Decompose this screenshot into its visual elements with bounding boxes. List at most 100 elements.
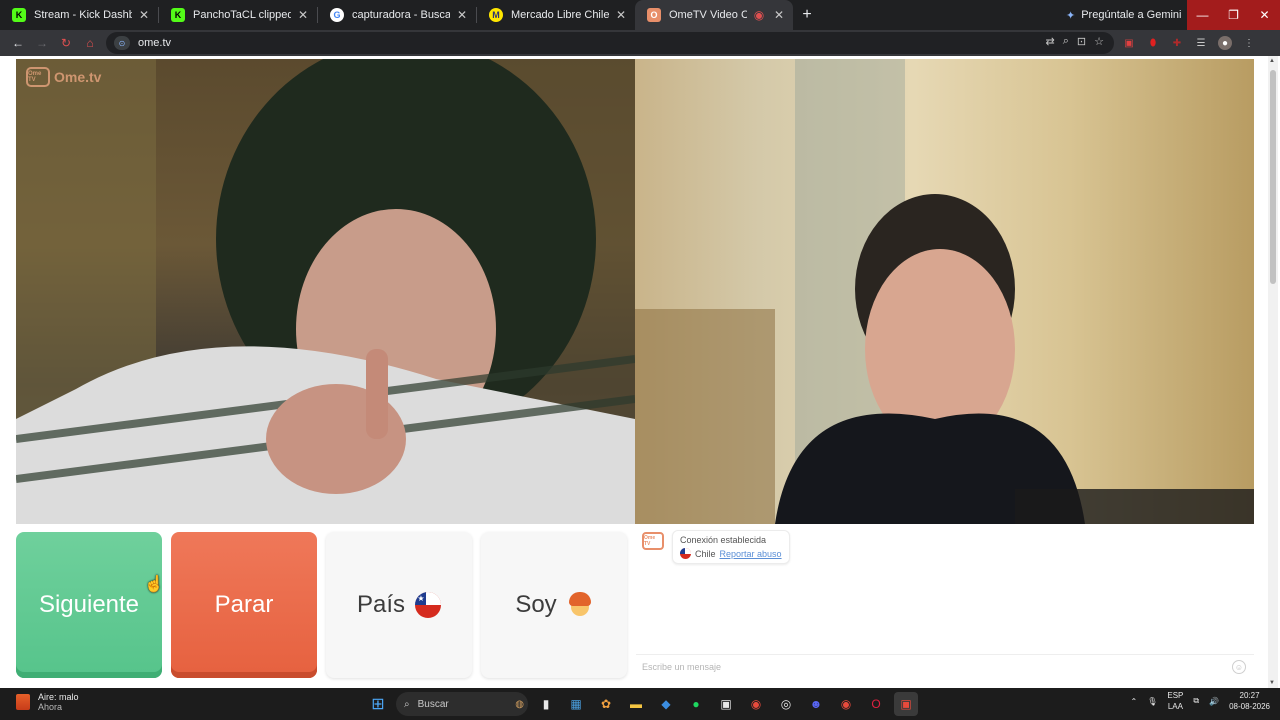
ometv-page: Ome TV Ome.tv Siguiente Parar País ★ Soy… (0, 56, 1280, 688)
next-button[interactable]: Siguiente (16, 532, 162, 678)
new-tab-button[interactable]: + (793, 6, 821, 24)
bookmark-star-icon[interactable]: ☆ (1094, 35, 1104, 48)
emoji-icon[interactable]: ☺ (1232, 660, 1246, 674)
page-scrollbar[interactable]: ▲ ▼ (1268, 56, 1278, 688)
chat-panel: Ome TV Conexión establecida Chile Report… (636, 526, 1254, 676)
kebab-menu-icon[interactable]: ⋮ (1242, 36, 1256, 50)
install-icon[interactable]: ⊡ (1077, 35, 1086, 48)
taskbar-apps: ⊞ ⌕ Buscar ◍ ▮ ▦ ✿ ▬ ◆ ● ▣ ◉ ◎ ☻ ◉ O ▣ (366, 692, 918, 716)
opera-icon[interactable]: O (864, 692, 888, 716)
lang-top: ESP (1167, 691, 1184, 700)
browser-tab-strip: K Stream - Kick Dashboard ✕ K PanchoTaCL… (0, 0, 1280, 30)
address-bar[interactable]: ⊙ ome.tv ⇄ ⌕ ⊡ ☆ (106, 32, 1114, 54)
close-icon[interactable]: ✕ (771, 8, 787, 22)
network-icon[interactable]: ⧉ (1193, 696, 1199, 706)
message-placeholder: Escribe un mensaje (642, 661, 722, 672)
air-quality-icon (16, 694, 30, 710)
chile-flag-icon (680, 548, 691, 559)
clock[interactable]: 20:27 08-08-2026 (1229, 690, 1270, 712)
self-video-frame (635, 59, 1254, 524)
copilot-icon[interactable]: ✿ (594, 692, 618, 716)
puzzle-extension-icon[interactable]: ✚ (1170, 36, 1184, 50)
kick-icon: K (12, 8, 26, 22)
file-explorer-icon[interactable]: ▬ (624, 692, 648, 716)
capture-app-icon[interactable]: ▣ (894, 692, 918, 716)
chile-flag-icon: ★ (415, 592, 442, 618)
weather-widget[interactable]: Aire: malo Ahora (16, 692, 79, 712)
boy-emoji-icon (567, 592, 593, 618)
restore-button[interactable]: ❐ (1218, 0, 1249, 30)
microsoft-store-icon[interactable]: ▦ (564, 692, 588, 716)
scroll-up-icon[interactable]: ▲ (1269, 58, 1275, 64)
close-icon[interactable]: ✕ (613, 8, 629, 22)
close-icon[interactable]: ✕ (295, 8, 311, 22)
stranger-country: Chile (695, 548, 716, 559)
tab-ometv[interactable]: O OmeTV Video Chat — Ome ◉ ✕ (635, 0, 793, 30)
extension-icon[interactable]: ▣ (1122, 36, 1136, 50)
ometv-logo-badge: Ome TV (26, 67, 50, 87)
scrollbar-thumb[interactable] (1270, 70, 1276, 284)
stranger-video: Ome TV Ome.tv (16, 59, 635, 524)
close-icon[interactable]: ✕ (454, 8, 470, 22)
chrome-profile-icon[interactable]: ◉ (834, 692, 858, 716)
tab-kick-dashboard[interactable]: K Stream - Kick Dashboard ✕ (0, 0, 158, 30)
mercadolibre-icon: M (489, 8, 503, 22)
obs-icon[interactable]: ◎ (774, 692, 798, 716)
url-text: ome.tv (138, 37, 172, 49)
message-input[interactable]: Escribe un mensaje ☺ (636, 654, 1254, 678)
recording-icon: ◉ (753, 8, 765, 22)
microphone-icon[interactable]: 🎙 (1147, 697, 1157, 706)
profile-avatar[interactable]: ● (1218, 36, 1232, 50)
discord-icon[interactable]: ☻ (804, 692, 828, 716)
site-info-icon[interactable]: ⊙ (114, 36, 130, 50)
lang-bottom: LAA (1167, 702, 1183, 711)
tab-label: capturadora - Buscar con Goog (352, 9, 450, 21)
country-button[interactable]: País ★ (326, 532, 472, 678)
gender-button[interactable]: Soy (481, 532, 627, 678)
window-close-button[interactable]: ✕ (1249, 0, 1280, 30)
tab-kick-clip[interactable]: K PanchoTaCL clipped by cjskejrh ✕ (159, 0, 317, 30)
zoom-icon[interactable]: ⌕ (1063, 35, 1069, 48)
stop-button[interactable]: Parar (171, 532, 317, 678)
tab-label: PanchoTaCL clipped by cjskejrh (193, 9, 291, 21)
gemini-button[interactable]: ✦ Pregúntale a Gemini (1066, 0, 1182, 30)
next-button-label: Siguiente (38, 591, 140, 618)
minimize-button[interactable]: — (1187, 0, 1218, 30)
close-icon[interactable]: ✕ (136, 8, 152, 22)
tab-mercadolibre[interactable]: M Mercado Libre Chile - Donde c ✕ (477, 0, 635, 30)
spotify-icon[interactable]: ● (684, 692, 708, 716)
system-tray: ⌃ 🎙 ESP LAA ⧉ 🔊 20:27 08-08-2026 (1131, 690, 1270, 712)
vscode-icon[interactable]: ◆ (654, 692, 678, 716)
epic-games-icon[interactable]: ▣ (714, 692, 738, 716)
ometv-icon: O (647, 8, 661, 22)
taskbar-search[interactable]: ⌕ Buscar ◍ (396, 692, 528, 716)
windows-start-icon[interactable]: ⊞ (366, 692, 390, 716)
task-view-icon[interactable]: ▮ (534, 692, 558, 716)
translate-icon[interactable]: ⇄ (1046, 35, 1055, 48)
kick-icon: K (171, 8, 185, 22)
tray-overflow-icon[interactable]: ⌃ (1131, 697, 1138, 706)
volume-icon[interactable]: 🔊 (1209, 697, 1219, 706)
chrome-icon[interactable]: ◉ (744, 692, 768, 716)
google-icon: G (330, 8, 344, 22)
reload-icon[interactable]: ↻ (54, 31, 78, 55)
language-indicator[interactable]: ESP LAA (1167, 690, 1183, 712)
weather-subtitle: Ahora (38, 702, 63, 712)
windows-taskbar: Aire: malo Ahora ⊞ ⌕ Buscar ◍ ▮ ▦ ✿ ▬ ◆ … (0, 688, 1280, 720)
browser-toolbar: ← → ↻ ⌂ ⊙ ome.tv ⇄ ⌕ ⊡ ☆ ▣ ⬮ ✚ ☰ ● ⋮ (0, 30, 1280, 56)
search-icon: ⌕ (404, 698, 410, 710)
menu-list-icon[interactable]: ☰ (1194, 36, 1208, 50)
system-message: Conexión establecida Chile Reportar abus… (672, 530, 790, 564)
forward-arrow-icon[interactable]: → (30, 31, 54, 55)
stop-button-label: Parar (214, 591, 274, 618)
report-abuse-link[interactable]: Reportar abuso (720, 549, 782, 559)
recording-extension-icon[interactable]: ⬮ (1146, 36, 1160, 50)
search-highlight-icon: ◍ (515, 698, 524, 710)
tab-google-search[interactable]: G capturadora - Buscar con Goog ✕ (318, 0, 476, 30)
home-icon[interactable]: ⌂ (78, 31, 102, 55)
back-arrow-icon[interactable]: ← (6, 31, 30, 55)
tab-label: Mercado Libre Chile - Donde c (511, 9, 609, 21)
scroll-down-icon[interactable]: ▼ (1269, 680, 1275, 686)
window-controls: — ❐ ✕ (1187, 0, 1280, 30)
weather-title: Aire: malo (38, 692, 79, 702)
